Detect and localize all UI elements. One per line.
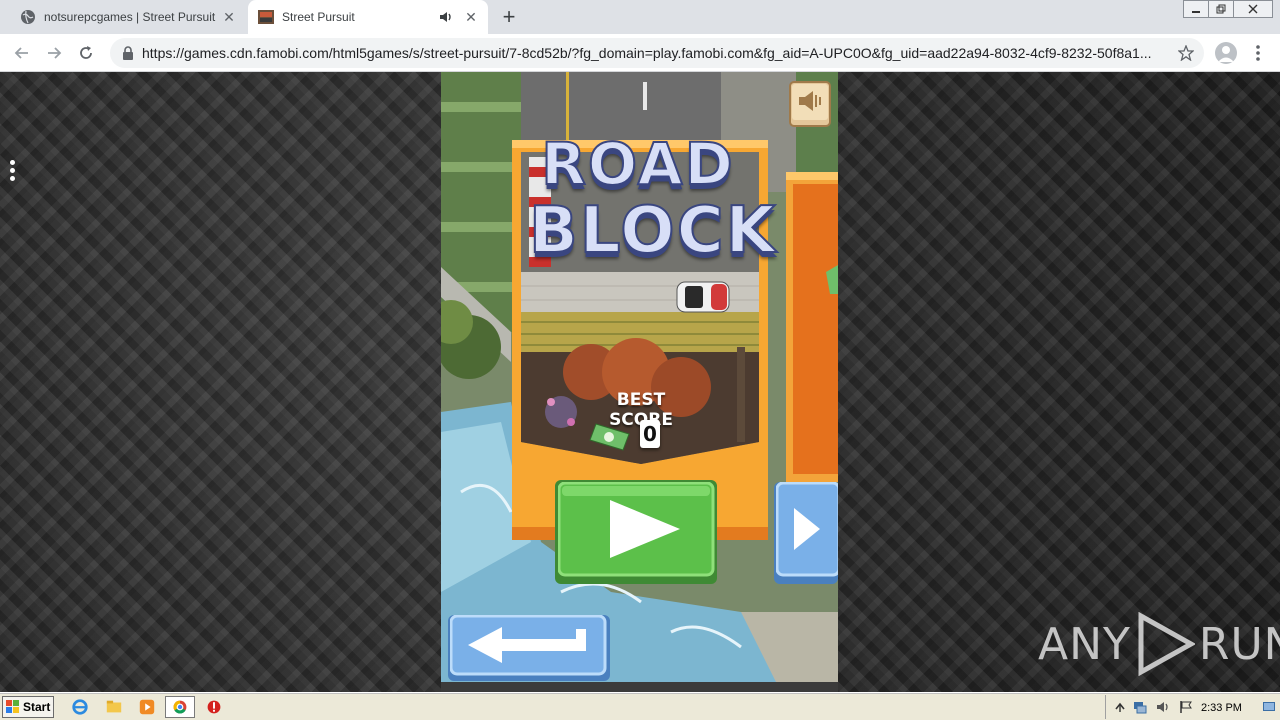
- tab-strip: notsurepcgames | Street Pursuit ✕ Street…: [0, 0, 1280, 34]
- tab-title: Street Pursuit: [282, 10, 355, 24]
- address-bar[interactable]: https://games.cdn.famobi.com/html5games/…: [110, 38, 1204, 68]
- url-text: https://games.cdn.famobi.com/html5games/…: [142, 45, 1152, 61]
- internet-explorer-icon[interactable]: [70, 697, 90, 717]
- start-label: Start: [23, 700, 51, 714]
- restore-button[interactable]: [1208, 0, 1234, 18]
- tab-close-icon[interactable]: ✕: [220, 8, 238, 26]
- game-title-line2: BLOCK: [528, 193, 778, 269]
- game-canvas[interactable]: ROAD BLOCK BEST SCORE 0: [441, 72, 838, 692]
- system-tray: 2:33 PM: [1105, 695, 1280, 719]
- game-title-line1: ROAD: [540, 129, 735, 199]
- watermark-text-right: RUN: [1198, 618, 1280, 670]
- minimize-button[interactable]: [1183, 0, 1209, 18]
- stop-sign-icon[interactable]: [204, 697, 224, 717]
- flag-icon[interactable]: [1178, 699, 1194, 715]
- lock-icon: [123, 46, 133, 60]
- audio-playing-icon[interactable]: [438, 9, 454, 25]
- browser-menu-icon[interactable]: [1250, 43, 1266, 63]
- tab-notsurepcgames[interactable]: notsurepcgames | Street Pursuit ✕: [8, 0, 246, 34]
- chevron-up-icon[interactable]: [1112, 699, 1128, 715]
- sound-toggle-icon[interactable]: [788, 80, 832, 130]
- anyrun-watermark: ANY RUN: [1038, 612, 1280, 676]
- clock: 2:33 PM: [1201, 702, 1242, 714]
- play-outline-icon: [1138, 612, 1195, 676]
- tab-close-icon[interactable]: ✕: [462, 8, 480, 26]
- arrow-right-icon: [48, 47, 62, 59]
- back-arrow-button[interactable]: [450, 615, 608, 681]
- file-explorer-icon[interactable]: [104, 697, 124, 717]
- new-tab-button[interactable]: +: [498, 6, 520, 28]
- reload-button[interactable]: [74, 41, 98, 65]
- tab-street-pursuit[interactable]: Street Pursuit ✕: [248, 0, 488, 34]
- street-pursuit-favicon: [258, 10, 274, 24]
- play-button[interactable]: [558, 482, 716, 584]
- restore-icon: [1216, 4, 1226, 14]
- car-icon: [676, 281, 730, 313]
- taskbar: Start 2:33 PM: [0, 692, 1280, 720]
- reload-icon: [80, 46, 92, 59]
- back-button[interactable]: [10, 41, 34, 65]
- watermark-text-left: ANY: [1038, 618, 1131, 670]
- best-score-value: 0: [640, 420, 660, 448]
- start-button[interactable]: Start: [2, 696, 54, 718]
- browser-toolbar: https://games.cdn.famobi.com/html5games/…: [0, 34, 1280, 72]
- forward-button[interactable]: [42, 41, 66, 65]
- page-viewport: ROAD BLOCK BEST SCORE 0 ANY RUN: [0, 72, 1280, 692]
- side-menu-icon[interactable]: [5, 158, 19, 184]
- minimize-icon: [1192, 11, 1200, 13]
- profile-avatar[interactable]: [1215, 42, 1237, 64]
- network-icon[interactable]: [1132, 699, 1148, 715]
- close-window-button[interactable]: [1233, 0, 1273, 18]
- media-player-icon[interactable]: [137, 697, 157, 717]
- globe-icon: [21, 10, 35, 24]
- tab-title: notsurepcgames | Street Pursuit: [44, 10, 216, 24]
- windows-logo-icon: [6, 700, 19, 713]
- chrome-taskbar-icon[interactable]: [165, 696, 195, 718]
- close-icon: [1248, 4, 1258, 14]
- show-desktop-icon[interactable]: [1261, 699, 1277, 715]
- next-level-button[interactable]: [776, 482, 838, 584]
- person-icon: [1218, 46, 1234, 62]
- arrow-left-icon: [14, 47, 28, 59]
- bookmark-star-icon[interactable]: [1178, 45, 1194, 61]
- volume-icon[interactable]: [1155, 699, 1171, 715]
